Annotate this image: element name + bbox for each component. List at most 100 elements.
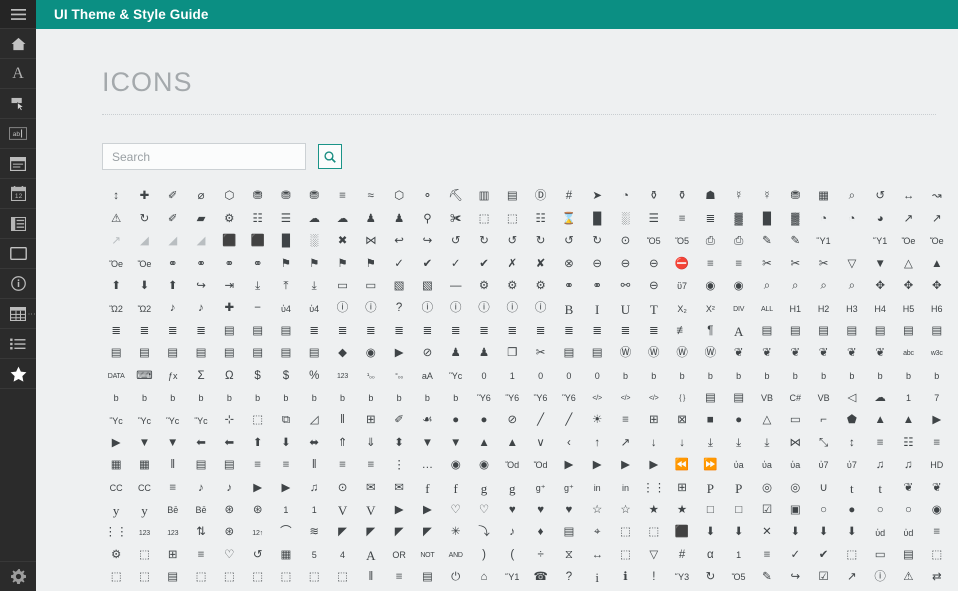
- icon-cell[interactable]: X₂: [668, 298, 696, 320]
- icon-cell[interactable]: ◉: [470, 455, 498, 477]
- icon-cell[interactable]: ὜0: [555, 365, 583, 387]
- icon-cell[interactable]: Ω: [215, 365, 243, 387]
- icon-cell[interactable]: ♪: [187, 298, 215, 320]
- icon-cell[interactable]: ▤: [243, 320, 271, 342]
- icon-cell[interactable]: ⚑: [272, 253, 300, 275]
- icon-cell[interactable]: ✘: [526, 253, 554, 275]
- icon-cell[interactable]: ⊛: [243, 499, 271, 521]
- icon-cell[interactable]: ✖: [328, 231, 356, 253]
- icon-cell[interactable]: ▤: [243, 343, 271, 365]
- icon-cell[interactable]: aA: [413, 365, 441, 387]
- icon-cell[interactable]: Ⓦ: [668, 343, 696, 365]
- icon-cell[interactable]: ‖: [159, 455, 187, 477]
- icon-cell[interactable]: ὜b: [159, 388, 187, 410]
- icon-cell[interactable]: ὜b: [640, 365, 668, 387]
- icon-cell[interactable]: !: [640, 567, 668, 589]
- icon-cell[interactable]: y: [102, 499, 130, 521]
- icon-cell[interactable]: Σ: [187, 365, 215, 387]
- icon-cell[interactable]: ⬡: [215, 186, 243, 208]
- icon-cell[interactable]: ▤: [215, 343, 243, 365]
- icon-cell[interactable]: ▤: [894, 320, 922, 342]
- icon-cell[interactable]: ∪: [809, 477, 837, 499]
- icon-cell[interactable]: ὜b: [357, 388, 385, 410]
- icon-cell[interactable]: ↻: [583, 231, 611, 253]
- icon-cell[interactable]: ≣: [442, 320, 470, 342]
- icon-cell[interactable]: Ὓ6: [470, 388, 498, 410]
- icon-cell[interactable]: ὜1: [894, 388, 922, 410]
- icon-cell[interactable]: ὎1: [300, 499, 328, 521]
- icon-cell[interactable]: ▦: [130, 455, 158, 477]
- icon-cell[interactable]: ⧖: [555, 544, 583, 566]
- icon-cell[interactable]: ≣: [498, 320, 526, 342]
- icon-cell[interactable]: ↻: [696, 567, 724, 589]
- icon-cell[interactable]: ♟: [470, 343, 498, 365]
- icon-cell[interactable]: ⚙: [215, 208, 243, 230]
- icon-cell[interactable]: Ⓦ: [696, 343, 724, 365]
- icon-cell[interactable]: ὜b: [130, 388, 158, 410]
- sidebar-item-menus[interactable]: [0, 329, 36, 359]
- icon-cell[interactable]: █: [272, 231, 300, 253]
- sidebar-item-home[interactable]: [0, 29, 36, 59]
- icon-cell[interactable]: ╱: [555, 410, 583, 432]
- icon-cell[interactable]: ⓘ: [357, 298, 385, 320]
- icon-cell[interactable]: ⊘: [413, 343, 441, 365]
- icon-cell[interactable]: Ὓc: [442, 365, 470, 387]
- icon-cell[interactable]: Ὕ1: [809, 231, 837, 253]
- icon-cell[interactable]: T: [640, 298, 668, 320]
- icon-cell[interactable]: ●: [725, 410, 753, 432]
- icon-cell[interactable]: ✔: [470, 253, 498, 275]
- icon-cell[interactable]: ⚑: [328, 253, 356, 275]
- icon-cell[interactable]: ▤: [866, 320, 894, 342]
- icon-cell[interactable]: Bē: [187, 499, 215, 521]
- icon-cell[interactable]: ≡: [696, 253, 724, 275]
- icon-cell[interactable]: ░: [611, 208, 639, 230]
- icon-cell[interactable]: ⬅: [187, 432, 215, 454]
- icon-cell[interactable]: ♡: [470, 499, 498, 521]
- icon-cell[interactable]: ▤: [413, 567, 441, 589]
- icon-cell[interactable]: t: [838, 477, 866, 499]
- icon-cell[interactable]: ○: [894, 499, 922, 521]
- icon-cell[interactable]: ‖: [300, 455, 328, 477]
- icon-cell[interactable]: ✐: [159, 208, 187, 230]
- icon-cell[interactable]: ⬚: [130, 567, 158, 589]
- icon-cell[interactable]: ὜b: [243, 388, 271, 410]
- icon-cell[interactable]: ↓: [668, 432, 696, 454]
- icon-cell[interactable]: ὐd: [866, 522, 894, 544]
- icon-cell[interactable]: ◔: [809, 208, 837, 230]
- icon-cell[interactable]: ▤: [894, 544, 922, 566]
- icon-cell[interactable]: ⓘ: [526, 298, 554, 320]
- icon-cell[interactable]: ≣: [611, 320, 639, 342]
- icon-cell[interactable]: ≣: [583, 320, 611, 342]
- icon-cell[interactable]: ≡: [753, 544, 781, 566]
- icon-cell[interactable]: ὜b: [187, 388, 215, 410]
- icon-cell[interactable]: ▤: [272, 320, 300, 342]
- icon-cell[interactable]: …: [413, 455, 441, 477]
- icon-cell[interactable]: ¹₀₀: [357, 365, 385, 387]
- icon-cell[interactable]: ⬛: [243, 231, 271, 253]
- icon-cell[interactable]: DIV: [725, 298, 753, 320]
- icon-cell[interactable]: ⬚: [243, 410, 271, 432]
- icon-cell[interactable]: ▶: [102, 432, 130, 454]
- icon-cell[interactable]: ☿: [753, 186, 781, 208]
- icon-cell[interactable]: ⊞: [357, 410, 385, 432]
- icon-cell[interactable]: ★: [668, 499, 696, 521]
- icon-cell[interactable]: ≣: [328, 320, 356, 342]
- icon-cell[interactable]: H3: [838, 298, 866, 320]
- icon-cell[interactable]: ⧉: [272, 410, 300, 432]
- icon-cell[interactable]: ≡: [243, 455, 271, 477]
- icon-cell[interactable]: ⤵: [470, 522, 498, 544]
- icon-cell[interactable]: ⬚: [102, 567, 130, 589]
- icon-cell[interactable]: ◉: [357, 343, 385, 365]
- icon-cell[interactable]: ◁: [838, 388, 866, 410]
- icon-cell[interactable]: ☁: [328, 208, 356, 230]
- icon-cell[interactable]: ⊖: [611, 253, 639, 275]
- icon-cell[interactable]: ○: [809, 499, 837, 521]
- icon-cell[interactable]: Ὓc: [159, 410, 187, 432]
- icon-cell[interactable]: ⬚: [470, 208, 498, 230]
- icon-cell[interactable]: ⋈: [357, 231, 385, 253]
- icon-cell[interactable]: ♪: [187, 477, 215, 499]
- sidebar-item-inputs[interactable]: ab: [0, 119, 36, 149]
- icon-cell[interactable]: </>: [611, 388, 639, 410]
- icon-cell[interactable]: ✗: [498, 253, 526, 275]
- icon-cell[interactable]: ⋮⋮: [102, 522, 130, 544]
